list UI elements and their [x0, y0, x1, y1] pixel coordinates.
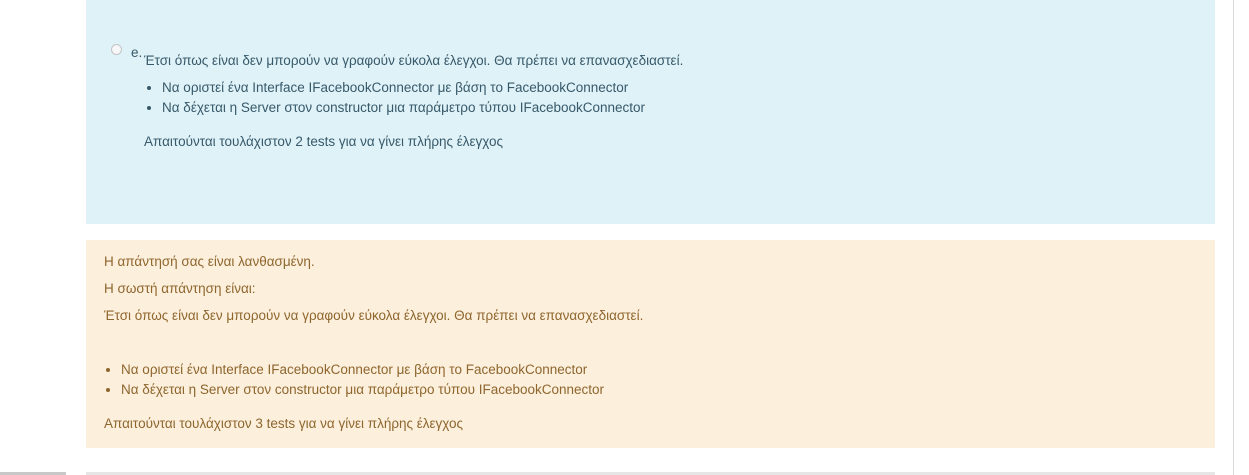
option-bullet: Να οριστεί ένα Interface IFacebookConnec…: [162, 78, 1184, 98]
feedback-content: Η απάντησή σας είναι λανθασμένη. Η σωστή…: [104, 253, 1194, 433]
question-formulation: e. Έτσι όπως είναι δεν μπορούν να γραφού…: [86, 0, 1215, 224]
option-text: Έτσι όπως είναι δεν μπορούν να γραφούν ε…: [144, 52, 1184, 151]
quiz-review-page: e. Έτσι όπως είναι δεν μπορούν να γραφού…: [0, 0, 1249, 475]
option-letter: e.: [131, 45, 143, 60]
correct-answer-bullet-list: Να οριστεί ένα Interface IFacebookConnec…: [104, 360, 1194, 400]
feedback-panel: Η απάντησή σας είναι λανθασμένη. Η σωστή…: [86, 240, 1215, 448]
option-bullet: Να δέχεται η Server στον constructor μια…: [162, 98, 1184, 118]
correct-answer-label: Η σωστή απάντηση είναι:: [104, 281, 256, 296]
option-note: Απαιτούνται τουλάχιστον 2 tests για να γ…: [144, 134, 504, 149]
scrollbar-track[interactable]: [1233, 0, 1234, 475]
feedback-result: Η απάντησή σας είναι λανθασμένη.: [104, 254, 315, 269]
correct-answer-note: Απαιτούνται τουλάχιστον 3 tests για να γ…: [104, 416, 464, 431]
option-statement: Έτσι όπως είναι δεν μπορούν να γραφούν ε…: [144, 53, 684, 68]
correct-answer-bullet: Να δέχεται η Server στον constructor μια…: [121, 380, 1194, 400]
correct-answer-statement: Έτσι όπως είναι δεν μπορούν να γραφούν ε…: [104, 308, 644, 323]
option-bullet-list: Να οριστεί ένα Interface IFacebookConnec…: [144, 78, 1184, 118]
radio-button[interactable]: [111, 44, 122, 55]
correct-answer-bullet: Να οριστεί ένα Interface IFacebookConnec…: [121, 360, 1194, 380]
